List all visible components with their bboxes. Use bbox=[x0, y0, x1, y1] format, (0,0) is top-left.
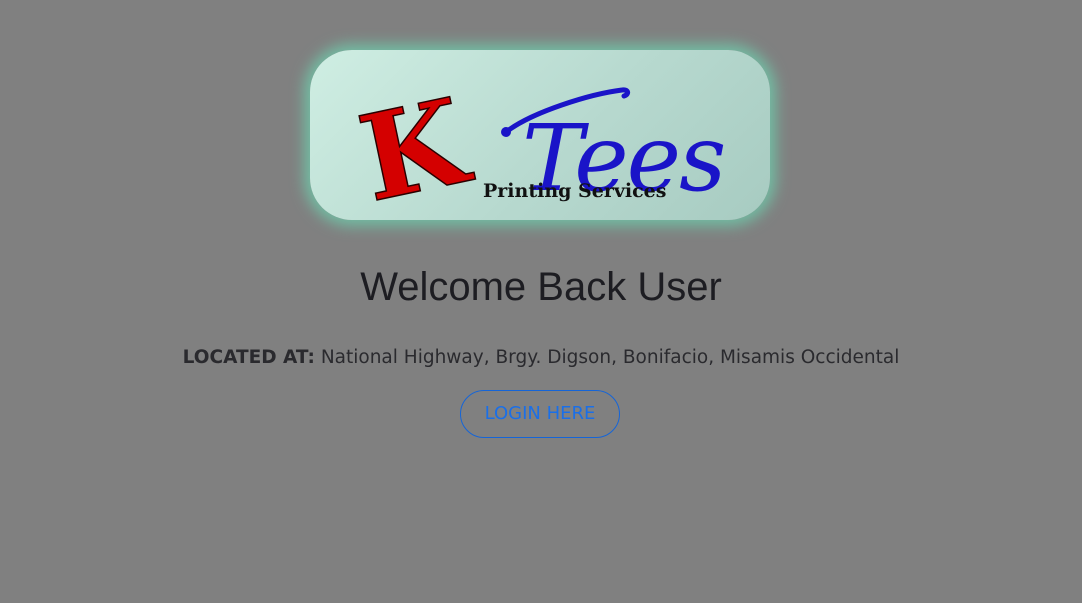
logo-card: K Tees Printing Services bbox=[310, 50, 770, 220]
location-address: National Highway, Brgy. Digson, Bonifaci… bbox=[320, 347, 900, 368]
logo-initial-k: K bbox=[348, 70, 483, 220]
login-button[interactable]: LOGIN HERE bbox=[460, 390, 620, 438]
location-line: LOCATED AT: National Highway, Brgy. Digs… bbox=[0, 347, 1082, 368]
landing-page: K Tees Printing Services Welcome Back Us… bbox=[0, 0, 1082, 603]
k-tees-logo: K Tees Printing Services bbox=[348, 70, 727, 220]
logo-tagline: Printing Services bbox=[483, 180, 666, 202]
location-label: LOCATED AT: bbox=[182, 347, 315, 368]
svg-text:K: K bbox=[349, 70, 483, 220]
welcome-heading: Welcome Back User bbox=[360, 265, 722, 309]
svg-text:Printing Services: Printing Services bbox=[483, 180, 666, 202]
